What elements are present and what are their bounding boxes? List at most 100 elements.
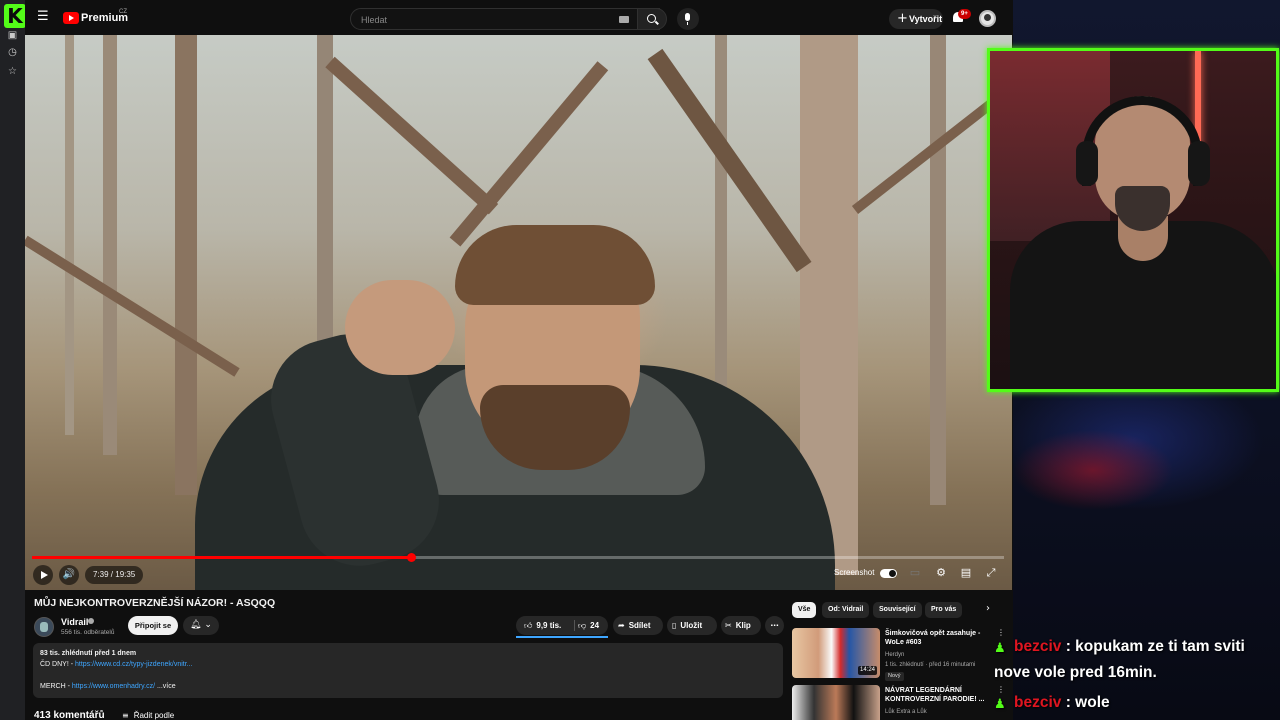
like-dislike-group: 👍︎ 9,9 tis. 👎︎ 24 <box>516 616 608 635</box>
chip-related[interactable]: Související <box>873 602 922 618</box>
channel-name[interactable]: Vidrail <box>61 617 88 627</box>
like-button[interactable]: 👍︎ 9,9 tis. <box>524 616 561 635</box>
scissors-icon: ✂ <box>725 621 732 630</box>
history-icon[interactable]: ◷ <box>7 47 18 58</box>
search-button[interactable] <box>637 8 667 30</box>
voice-search-button[interactable] <box>677 8 699 30</box>
play-button[interactable] <box>33 565 53 585</box>
share-label: Sdílet <box>628 621 651 630</box>
clip-label: Klip <box>735 621 751 630</box>
search-input[interactable] <box>361 13 601 27</box>
screenshot-toggle[interactable] <box>880 569 897 578</box>
new-badge: Nový <box>885 672 904 681</box>
search-icon <box>647 14 656 23</box>
progress-scrubber[interactable] <box>407 553 417 562</box>
description-link[interactable]: https://www.cd.cz/typy-jizdenek/vnitr... <box>75 661 193 668</box>
video-player[interactable]: 🔊 7:39 / 19:35 Screenshot ▭ ⚙ ▤ ⤢ <box>25 35 1012 590</box>
settings-icon[interactable]: ⚙ <box>934 567 948 579</box>
kebab-menu-icon[interactable]: ⋮ <box>997 628 1005 637</box>
share-button[interactable]: ➦ Sdílet <box>613 616 663 635</box>
chat-badge-icon: ♟ <box>994 641 1006 656</box>
person-hand <box>345 280 455 375</box>
sort-comments-button[interactable]: ≡ Řadit podle <box>122 711 174 720</box>
chip-for-you[interactable]: Pro vás <box>925 602 963 618</box>
description-line: ČD DNY! - https://www.cd.cz/typy-jizdene… <box>40 661 193 668</box>
create-label: Vytvořit <box>909 14 943 24</box>
headphone-ear <box>1076 141 1098 186</box>
recommendation-meta: 1 tis. zhlédnutí · před 16 minutami <box>885 662 976 668</box>
divider <box>574 620 575 631</box>
like-count: 9,9 tis. <box>536 621 562 630</box>
join-button[interactable]: Připojit se <box>128 616 178 635</box>
fullscreen-icon[interactable]: ⤢ <box>984 567 998 579</box>
bell-icon: 🔔︎ <box>190 620 202 630</box>
person-hair <box>455 225 655 305</box>
star-icon[interactable]: ☆ <box>7 66 18 77</box>
keyboard-icon[interactable] <box>619 16 629 23</box>
view-stats: 83 tis. zhlédnutí před 1 dnem <box>40 650 137 657</box>
description-text: MERCH - <box>40 683 72 690</box>
kick-logo[interactable]: K <box>4 4 26 28</box>
channel-avatar[interactable] <box>34 617 54 637</box>
chip-from-channel[interactable]: Od: Vidrail <box>822 602 870 618</box>
video-duration: 14:24 <box>857 666 877 675</box>
like-highlight <box>516 636 608 638</box>
merch-link[interactable]: https://www.omenhadry.cz/ <box>72 683 155 690</box>
microphone-icon <box>685 13 690 25</box>
progress-bar[interactable] <box>32 553 1004 562</box>
chat-message-continued: nove vole pred 16min. <box>994 664 1157 682</box>
branch <box>25 235 240 377</box>
tree-trunk <box>930 35 946 505</box>
description-text: ČD DNY! - <box>40 661 75 668</box>
recommendation-channel[interactable]: Herdyn <box>885 652 904 658</box>
tree-trunk <box>103 35 117 455</box>
comment-count: 413 komentářů <box>34 710 105 720</box>
recommendation-channel[interactable]: Lůk Extra a Lůk <box>885 709 927 715</box>
sort-label: Řadit podle <box>133 711 175 720</box>
bookmark-icon[interactable]: ▣ <box>7 30 18 41</box>
recommendation-title[interactable]: NÁVRAT LEGENDÁRNÍ KONTROVERZNÍ PARODIE! … <box>885 686 985 704</box>
description-box[interactable]: 83 tis. zhlédnutí před 1 dnem ČD DNY! - … <box>33 643 783 698</box>
branch <box>647 48 812 273</box>
tree-trunk <box>715 35 727 435</box>
screen: { "youtube": { "brand": "Premium", "coun… <box>0 0 1280 720</box>
recommendation-thumbnail[interactable] <box>792 685 880 720</box>
verified-icon <box>88 618 94 624</box>
chevron-right-icon[interactable]: › <box>986 603 990 614</box>
country-code: CZ <box>119 9 127 15</box>
create-button[interactable]: + Vytvořit <box>889 9 943 29</box>
progress-played <box>32 556 412 559</box>
sort-icon: ≡ <box>122 711 129 720</box>
plus-icon: + <box>897 11 908 26</box>
menu-icon[interactable]: ☰ <box>37 10 49 23</box>
kebab-menu-icon[interactable]: ⋮ <box>997 685 1005 694</box>
branch <box>851 95 1000 214</box>
branch <box>449 61 609 247</box>
clip-button[interactable]: ✂ Klip <box>721 616 761 635</box>
bookmark-icon: ▯ <box>672 621 677 630</box>
subtitles-icon[interactable]: ▭ <box>908 567 922 579</box>
volume-icon[interactable]: 🔊 <box>59 565 79 585</box>
tree-trunk <box>65 35 74 435</box>
chat-text: nove vole pred 16min. <box>994 664 1157 681</box>
left-rail: K ▣ ◷ ☆ <box>0 0 26 720</box>
show-more-link[interactable]: ...více <box>155 683 176 690</box>
more-actions-button[interactable]: ⋯ <box>765 616 784 635</box>
youtube-logo-icon[interactable] <box>63 12 79 24</box>
chat-badge-icon: ♟ <box>994 697 1006 712</box>
recommendation-title[interactable]: Šimkovičová opět zasahuje - WoLe #603 <box>885 629 985 647</box>
chip-all[interactable]: Vše <box>792 602 817 618</box>
save-button[interactable]: ▯ Uložit <box>667 616 717 635</box>
notification-badge: 9+ <box>958 9 971 19</box>
subscriber-count: 556 tis. odběratelů <box>61 629 115 636</box>
dislike-count: 24 <box>590 621 600 630</box>
chat-text: : kopukam ze ti tam sviti <box>1061 638 1245 655</box>
recommendation-thumbnail[interactable]: 14:24 <box>792 628 880 678</box>
subscription-bell-button[interactable]: 🔔︎ ⌄ <box>183 616 219 635</box>
share-icon: ➦ <box>618 621 625 630</box>
chat-username: bezciv <box>1014 638 1062 655</box>
dislike-button[interactable]: 👎︎ 24 <box>578 616 599 635</box>
chat-text: : wole <box>1061 694 1110 711</box>
account-avatar[interactable] <box>979 10 996 27</box>
theater-mode-icon[interactable]: ▤ <box>959 567 973 579</box>
